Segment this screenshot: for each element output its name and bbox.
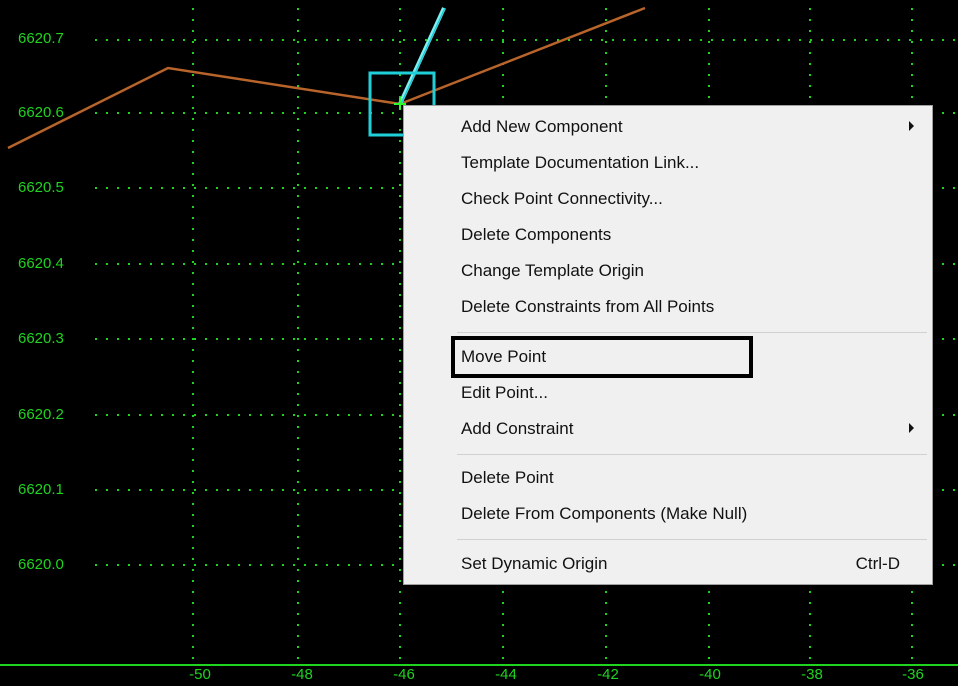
menu-item-set-dynamic-origin[interactable]: Set Dynamic Origin Ctrl-D [404, 547, 932, 581]
menu-item-template-documentation-link[interactable]: Template Documentation Link... [404, 146, 932, 180]
menu-item-label: Add New Component [461, 117, 623, 136]
x-axis-label: -40 [699, 666, 721, 683]
menu-item-label: Delete Constraints from All Points [461, 297, 715, 316]
y-axis-label: 6620.1 [18, 481, 64, 498]
menu-item-shortcut: Ctrl-D [855, 554, 900, 573]
x-axis-label: -36 [902, 666, 924, 683]
menu-separator [457, 332, 927, 333]
submenu-arrow-icon [909, 121, 914, 131]
x-axis-label: -48 [291, 666, 313, 683]
submenu-arrow-icon [909, 423, 914, 433]
y-axis-label: 6620.2 [18, 406, 64, 423]
menu-item-label: Set Dynamic Origin [461, 554, 608, 573]
menu-item-label: Edit Point... [461, 383, 548, 402]
menu-item-label: Check Point Connectivity... [461, 189, 663, 208]
x-axis-label: -44 [495, 666, 517, 683]
menu-item-add-constraint[interactable]: Add Constraint [404, 412, 932, 446]
menu-item-label: Delete Components [461, 225, 612, 244]
menu-item-check-point-connectivity[interactable]: Check Point Connectivity... [404, 182, 932, 216]
context-menu: Add New Component Template Documentation… [403, 105, 933, 585]
menu-separator [457, 539, 927, 540]
menu-item-delete-from-components[interactable]: Delete From Components (Make Null) [404, 497, 932, 531]
y-axis-label: 6620.4 [18, 255, 64, 272]
y-axis-label: 6620.5 [18, 179, 64, 196]
menu-item-delete-constraints-all-points[interactable]: Delete Constraints from All Points [404, 290, 932, 324]
menu-item-label: Add Constraint [461, 419, 574, 438]
x-axis-label: -50 [189, 666, 211, 683]
menu-item-change-template-origin[interactable]: Change Template Origin [404, 254, 932, 288]
menu-item-label: Delete From Components (Make Null) [461, 504, 748, 523]
x-axis-label: -42 [597, 666, 619, 683]
menu-item-label: Template Documentation Link... [461, 153, 700, 172]
x-axis-label: -46 [393, 666, 415, 683]
menu-item-label: Change Template Origin [461, 261, 645, 280]
menu-item-add-new-component[interactable]: Add New Component [404, 110, 932, 144]
highlight-box [451, 336, 753, 378]
menu-item-label: Delete Point [461, 468, 554, 487]
menu-separator [457, 454, 927, 455]
y-axis-label: 6620.7 [18, 30, 64, 47]
x-axis-label: -38 [801, 666, 823, 683]
y-axis-label: 6620.3 [18, 330, 64, 347]
menu-item-edit-point[interactable]: Edit Point... [404, 376, 932, 410]
y-axis-label: 6620.0 [18, 556, 64, 573]
menu-item-delete-point[interactable]: Delete Point [404, 461, 932, 495]
menu-item-delete-components[interactable]: Delete Components [404, 218, 932, 252]
y-axis-label: 6620.6 [18, 104, 64, 121]
